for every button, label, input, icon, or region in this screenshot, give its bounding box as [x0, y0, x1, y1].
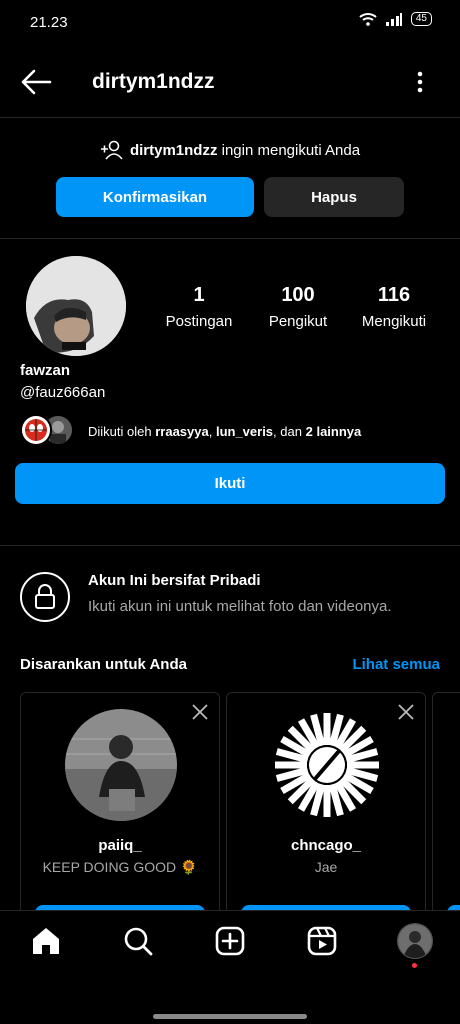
suggestions-title: Disarankan untuk Anda [20, 656, 187, 673]
stat-following[interactable]: 116 Mengikuti [356, 284, 432, 330]
confirm-button[interactable]: Konfirmasikan [56, 177, 254, 217]
suggestion-card[interactable]: paiiq_ KEEP DOING GOOD 🌻 [20, 692, 220, 934]
profile-handle: @fauz666an [20, 384, 106, 401]
see-all-link[interactable]: Lihat semua [352, 656, 440, 673]
mutual-avatars[interactable] [20, 414, 80, 446]
close-icon[interactable] [191, 703, 209, 721]
status-icons: 45 [359, 12, 432, 26]
followers-label: Pengikut [268, 313, 328, 330]
status-time: 21.23 [30, 14, 68, 31]
mutual-user-2[interactable]: lun_veris [216, 424, 273, 439]
posts-label: Postingan [165, 313, 233, 330]
stat-posts[interactable]: 1 Postingan [160, 284, 238, 330]
following-label: Mengikuti [361, 313, 427, 330]
suggestion-avatar[interactable] [65, 709, 177, 821]
profile-avatar[interactable] [26, 256, 126, 356]
follow-button[interactable]: Ikuti [15, 463, 445, 504]
create-icon[interactable] [214, 925, 246, 957]
profile-tab-avatar[interactable] [397, 923, 433, 959]
followers-count: 100 [281, 284, 315, 306]
request-username[interactable]: dirtym1ndzz [130, 142, 218, 159]
lock-icon-circle [20, 572, 70, 622]
suggestion-name[interactable]: chncago_ [227, 837, 425, 854]
followed-by-text[interactable]: Diikuti oleh rraasyya, lun_veris, dan 2 … [88, 424, 361, 439]
follow-request-line: dirtym1ndzz ingin mengikuti Anda [0, 140, 460, 160]
suggestion-subtitle: KEEP DOING GOOD 🌻 [42, 859, 198, 875]
add-person-icon [100, 140, 123, 160]
mutual-user-1[interactable]: rraasyya [155, 424, 209, 439]
suggestion-card[interactable]: chncago_ Jae [226, 692, 426, 934]
private-subtitle: Ikuti akun ini untuk melihat foto dan vi… [88, 598, 392, 615]
home-icon[interactable] [30, 925, 62, 957]
request-text: ingin mengikuti Anda [221, 141, 361, 159]
header-username: dirtym1ndzz [92, 70, 215, 93]
lock-icon [35, 584, 55, 609]
delete-button[interactable]: Hapus [264, 177, 404, 217]
profile-divider [0, 545, 460, 546]
more-options-icon[interactable] [410, 70, 430, 94]
mutual-others[interactable]: 2 lainnya [306, 424, 362, 439]
request-divider [0, 238, 460, 239]
profile-name: fawzan [20, 362, 71, 379]
suggestion-card-partial[interactable] [432, 692, 460, 934]
suggestion-subtitle: Jae [314, 859, 338, 875]
wifi-icon [359, 13, 377, 26]
private-title: Akun Ini bersifat Pribadi [88, 572, 261, 589]
reels-icon[interactable] [306, 925, 338, 957]
suggestion-avatar[interactable] [271, 709, 383, 821]
notification-dot [412, 963, 417, 968]
search-icon[interactable] [122, 925, 154, 957]
back-arrow-icon[interactable] [20, 68, 52, 96]
suggestion-name[interactable]: paiiq_ [21, 837, 219, 854]
stat-followers[interactable]: 100 Pengikut [262, 284, 334, 330]
following-count: 116 [377, 284, 411, 306]
signal-icon [385, 13, 402, 26]
battery-indicator: 45 [410, 12, 432, 26]
mutual-avatar-1 [20, 414, 52, 446]
header-divider [0, 117, 460, 118]
followed-by-prefix: Diikuti oleh [88, 424, 152, 439]
posts-count: 1 [193, 284, 205, 306]
followed-by-joiner: dan [280, 424, 302, 439]
bottom-navigation [0, 910, 460, 977]
close-icon[interactable] [397, 703, 415, 721]
gesture-home-bar[interactable] [153, 1014, 307, 1019]
